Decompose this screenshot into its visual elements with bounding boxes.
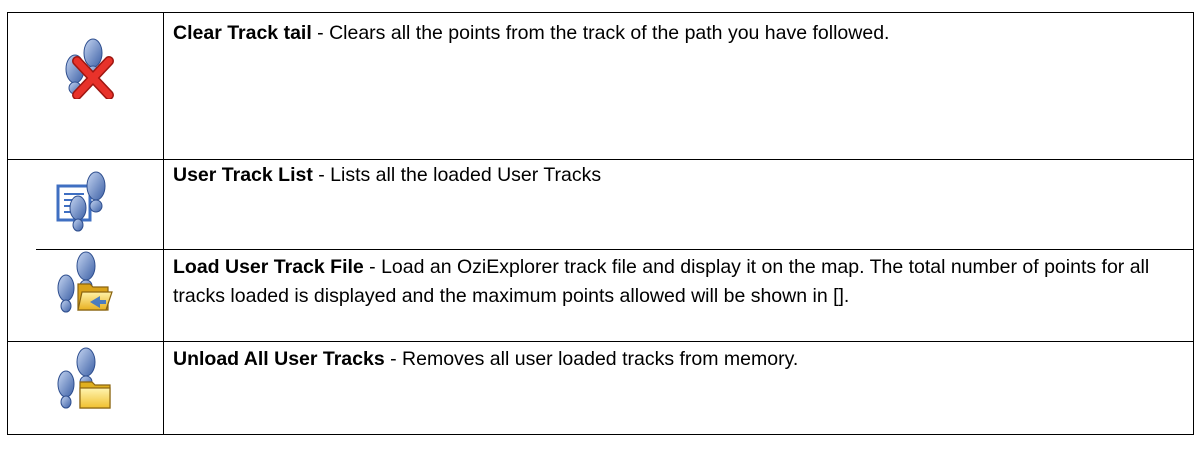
table-row: Unload All User Tracks - Removes all use… (7, 341, 1194, 435)
table-row: Clear Track tail - Clears all the points… (7, 12, 1194, 160)
tool-name: Clear Track tail (173, 22, 312, 44)
icon-cell (7, 248, 164, 342)
description-cell: Clear Track tail - Clears all the points… (163, 12, 1194, 160)
footprints-list-icon (56, 171, 106, 232)
tool-description: - Clears all the points from the track o… (311, 22, 890, 44)
footprints-red-x-icon (65, 38, 114, 99)
tool-name: User Track List (173, 164, 313, 186)
tool-name: Load User Track File (173, 256, 364, 278)
table-row: User Track List - Lists all the loaded U… (7, 159, 1194, 250)
icon-cell (7, 341, 164, 435)
description-cell: Load User Track File - Load an OziExplor… (163, 249, 1194, 342)
icon-cell (7, 159, 164, 250)
tool-name: Unload All User Tracks (173, 348, 385, 370)
footprints-folder-icon (57, 347, 111, 409)
description-cell: User Track List - Lists all the loaded U… (163, 159, 1194, 250)
description-cell: Unload All User Tracks - Removes all use… (163, 341, 1194, 435)
icon-cell (7, 12, 164, 160)
border-gap (8, 248, 36, 252)
toolbar-reference-table: Clear Track tail - Clears all the points… (7, 12, 1194, 435)
footprints-open-folder-icon (57, 251, 113, 313)
tool-description: - Removes all user loaded tracks from me… (384, 348, 799, 370)
table-row: Load User Track File - Load an OziExplor… (7, 248, 1194, 342)
tool-description: - Lists all the loaded User Tracks (312, 164, 602, 186)
